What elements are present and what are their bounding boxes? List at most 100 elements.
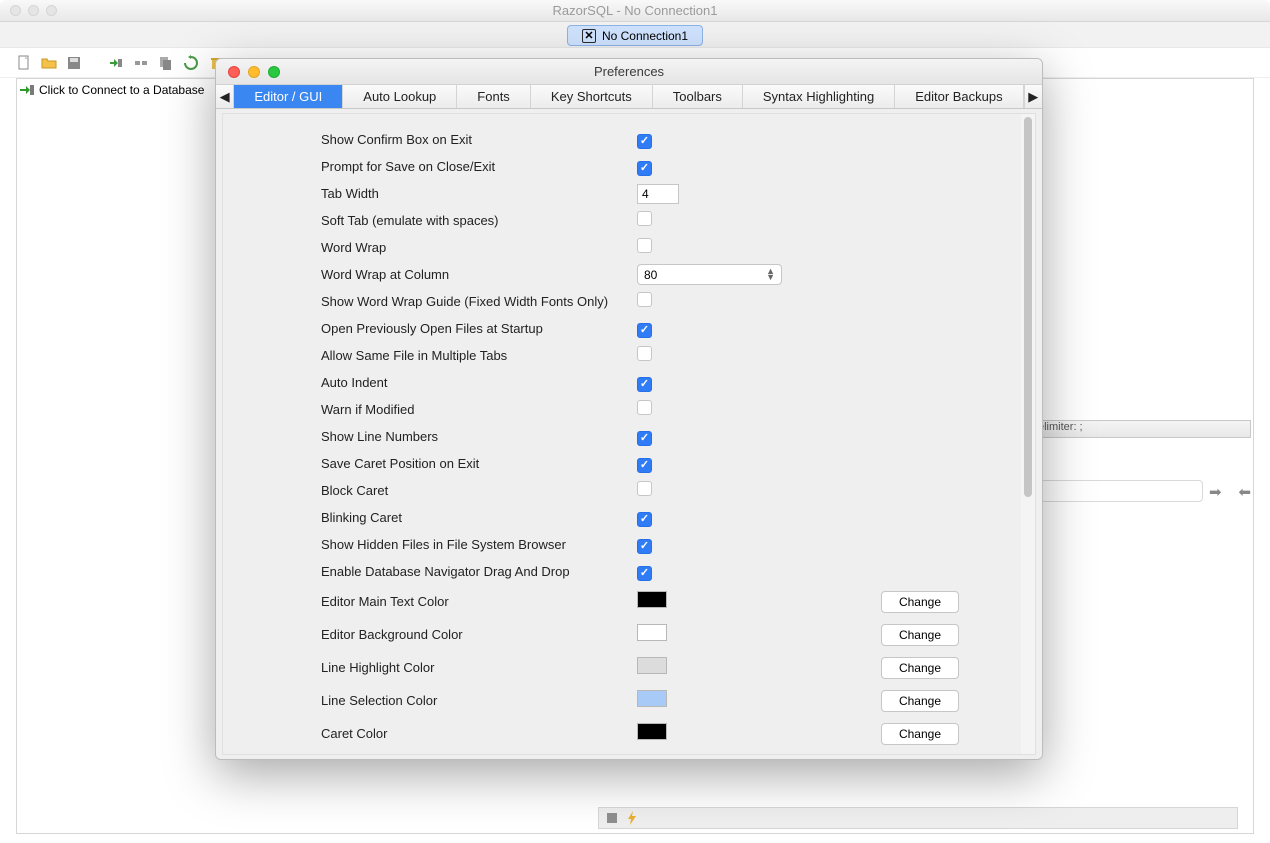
checkbox-save-caret[interactable] <box>637 458 652 473</box>
tab-key-shortcuts[interactable]: Key Shortcuts <box>531 85 653 108</box>
change-main-text-color-button[interactable]: Change <box>881 591 959 613</box>
tabs-scroll-right-icon[interactable]: ▶ <box>1024 85 1042 108</box>
new-file-icon[interactable] <box>16 55 32 71</box>
connection-tab-active[interactable]: ✕ No Connection1 <box>567 25 703 46</box>
row-prompt-save: Prompt for Save on Close/Exit <box>321 153 1009 180</box>
pref-close-icon[interactable] <box>228 66 240 78</box>
row-block-caret: Block Caret <box>321 477 1009 504</box>
label-warn-mod: Warn if Modified <box>321 402 637 417</box>
disconnect-icon[interactable] <box>133 55 149 71</box>
stepper-icon: ▲▼ <box>766 269 775 280</box>
checkbox-prompt-save[interactable] <box>637 161 652 176</box>
checkbox-blinking-caret[interactable] <box>637 512 652 527</box>
label-word-wrap: Word Wrap <box>321 240 637 255</box>
close-tab-icon[interactable]: ✕ <box>582 29 596 43</box>
tab-editor-backups[interactable]: Editor Backups <box>895 85 1023 108</box>
label-hidden-files: Show Hidden Files in File System Browser <box>321 537 637 552</box>
results-prev-icon[interactable]: ➡ <box>1209 483 1227 499</box>
results-next-icon[interactable]: ➡ <box>1233 483 1251 499</box>
open-file-icon[interactable] <box>41 55 57 71</box>
label-block-caret: Block Caret <box>321 483 637 498</box>
save-file-icon[interactable] <box>66 55 82 71</box>
preferences-scrollbar[interactable] <box>1021 114 1035 754</box>
row-caret-color: Caret Color Change <box>321 717 1009 750</box>
tab-toolbars[interactable]: Toolbars <box>653 85 743 108</box>
checkbox-block-caret[interactable] <box>637 481 652 496</box>
preferences-panel: Show Confirm Box on Exit Prompt for Save… <box>222 113 1036 755</box>
tab-syntax-highlighting[interactable]: Syntax Highlighting <box>743 85 895 108</box>
row-warn-mod: Warn if Modified <box>321 396 1009 423</box>
checkbox-soft-tab[interactable] <box>637 211 652 226</box>
checkbox-same-file[interactable] <box>637 346 652 361</box>
copy-icon[interactable] <box>158 55 174 71</box>
preferences-rows: Show Confirm Box on Exit Prompt for Save… <box>223 114 1035 755</box>
swatch-hl-color <box>637 657 667 674</box>
label-caret-color: Caret Color <box>321 726 637 741</box>
preferences-dialog: Preferences ◀ Editor / GUI Auto Lookup F… <box>215 58 1043 760</box>
change-sel-color-button[interactable]: Change <box>881 690 959 712</box>
connection-tab-bar: ✕ No Connection1 <box>0 22 1270 48</box>
row-blinking-caret: Blinking Caret <box>321 504 1009 531</box>
pref-zoom-icon[interactable] <box>268 66 280 78</box>
label-save-caret: Save Caret Position on Exit <box>321 456 637 471</box>
row-soft-tab: Soft Tab (emulate with spaces) <box>321 207 1009 234</box>
connect-icon[interactable] <box>108 55 124 71</box>
row-line-numbers: Show Line Numbers <box>321 423 1009 450</box>
input-tab-width[interactable] <box>637 184 679 204</box>
label-blinking-caret: Blinking Caret <box>321 510 637 525</box>
checkbox-hidden-files[interactable] <box>637 539 652 554</box>
checkbox-wrap-guide[interactable] <box>637 292 652 307</box>
tab-auto-lookup[interactable]: Auto Lookup <box>343 85 457 108</box>
label-drag-drop: Enable Database Navigator Drag And Drop <box>321 564 637 579</box>
change-caret-color-button[interactable]: Change <box>881 723 959 745</box>
checkbox-auto-indent[interactable] <box>637 377 652 392</box>
label-prompt-save: Prompt for Save on Close/Exit <box>321 159 637 174</box>
results-search-input[interactable] <box>1033 480 1203 502</box>
combo-wrap-column-value: 80 <box>644 268 657 282</box>
label-wrap-column: Word Wrap at Column <box>321 267 637 282</box>
preferences-tab-bar: ◀ Editor / GUI Auto Lookup Fonts Key Sho… <box>216 85 1042 109</box>
swatch-caret-color <box>637 723 667 740</box>
row-main-text-color: Editor Main Text Color Change <box>321 585 1009 618</box>
row-save-caret: Save Caret Position on Exit <box>321 450 1009 477</box>
tabs-scroll-left-icon[interactable]: ◀ <box>216 85 234 108</box>
label-auto-indent: Auto Indent <box>321 375 637 390</box>
row-auto-indent: Auto Indent <box>321 369 1009 396</box>
label-line-numbers: Show Line Numbers <box>321 429 637 444</box>
scrollbar-thumb[interactable] <box>1024 117 1032 497</box>
pref-traffic-lights <box>216 66 280 78</box>
label-same-file: Allow Same File in Multiple Tabs <box>321 348 637 363</box>
row-wrap-guide: Show Word Wrap Guide (Fixed Width Fonts … <box>321 288 1009 315</box>
label-open-prev: Open Previously Open Files at Startup <box>321 321 637 336</box>
pref-minimize-icon[interactable] <box>248 66 260 78</box>
row-sel-color: Line Selection Color Change <box>321 684 1009 717</box>
checkbox-line-numbers[interactable] <box>637 431 652 446</box>
connect-database-label: Click to Connect to a Database <box>39 83 204 97</box>
status-bar <box>598 807 1238 829</box>
status-indicator-icon <box>607 813 617 823</box>
row-confirm-exit: Show Confirm Box on Exit <box>321 126 1009 153</box>
checkbox-open-prev[interactable] <box>637 323 652 338</box>
change-hl-color-button[interactable]: Change <box>881 657 959 679</box>
preferences-body: Show Confirm Box on Exit Prompt for Save… <box>216 109 1042 759</box>
refresh-icon[interactable] <box>183 55 199 71</box>
label-confirm-exit: Show Confirm Box on Exit <box>321 132 637 147</box>
swatch-bg-color <box>637 624 667 641</box>
checkbox-word-wrap[interactable] <box>637 238 652 253</box>
change-bg-color-button[interactable]: Change <box>881 624 959 646</box>
checkbox-confirm-exit[interactable] <box>637 134 652 149</box>
row-bg-color: Editor Background Color Change <box>321 618 1009 651</box>
execute-icon[interactable] <box>627 811 637 825</box>
combo-wrap-column[interactable]: 80 ▲▼ <box>637 264 782 285</box>
row-hidden-files: Show Hidden Files in File System Browser <box>321 531 1009 558</box>
right-panel: elimiter: ; ➡ ➡ <box>1033 420 1251 502</box>
label-bg-color: Editor Background Color <box>321 627 637 642</box>
checkbox-drag-drop[interactable] <box>637 566 652 581</box>
checkbox-warn-mod[interactable] <box>637 400 652 415</box>
tab-editor-gui[interactable]: Editor / GUI <box>234 85 343 108</box>
label-tab-width: Tab Width <box>321 186 637 201</box>
row-tab-width: Tab Width <box>321 180 1009 207</box>
label-soft-tab: Soft Tab (emulate with spaces) <box>321 213 637 228</box>
tab-fonts[interactable]: Fonts <box>457 85 531 108</box>
swatch-main-text-color <box>637 591 667 608</box>
